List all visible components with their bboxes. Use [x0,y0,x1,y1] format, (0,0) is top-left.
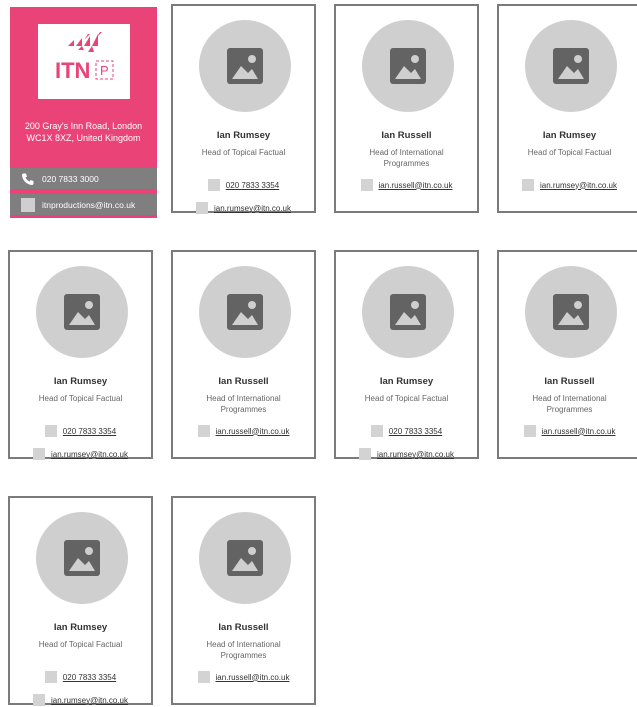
email-link[interactable]: ian.rumsey@itn.co.uk [377,450,454,459]
person-card: Ian Russell Head of International Progra… [497,250,637,459]
email-row[interactable]: ian.rumsey@itn.co.uk [336,448,477,460]
person-role: Head of Topical Factual [38,640,123,649]
avatar [199,20,291,112]
avatar [362,266,454,358]
avatar [36,512,128,604]
email-link[interactable]: ian.rumsey@itn.co.uk [214,204,291,213]
person-name: Ian Russell [218,376,269,387]
person-name: Ian Russell [381,130,432,141]
avatar [199,266,291,358]
email-icon [360,179,373,191]
avatar [525,20,617,112]
person-card: Ian Rumsey Head of Topical Factual 020 7… [8,250,153,460]
email-icon [197,671,210,683]
email-row[interactable]: ian.rumsey@itn.co.uk [173,202,314,214]
email-icon [21,197,35,212]
person-card: Ian Rumsey Head of Topical Factual 020 7… [334,250,479,460]
phone-row[interactable]: 020 7833 3354 [336,425,477,437]
person-role: Head of Topical Factual [38,394,123,403]
phone-row[interactable]: 020 7833 3354 [10,425,151,437]
image-placeholder-icon [553,294,589,330]
image-placeholder-icon [390,48,426,84]
person-role: Head of International Programmes [369,148,444,168]
image-placeholder-icon [227,294,263,330]
person-card: Ian Rumsey Head of Topical Factual 020 7… [8,496,153,706]
company-phone-row[interactable]: 020 7833 3000 [10,168,157,189]
email-link[interactable]: ian.rumsey@itn.co.uk [540,181,617,190]
company-address: 200 Gray's Inn Road, London WC1X 8XZ, Un… [10,120,157,144]
image-placeholder-icon [390,294,426,330]
image-placeholder-icon [553,48,589,84]
avatar [525,266,617,358]
person-role: Head of Topical Factual [527,148,612,157]
person-name: Ian Rumsey [53,376,108,387]
email-icon [195,202,208,214]
phone-row[interactable]: 020 7833 3354 [10,671,151,683]
email-row[interactable]: ian.russell@itn.co.uk [499,425,637,437]
email-row[interactable]: ian.russell@itn.co.uk [173,671,314,683]
avatar [199,512,291,604]
email-icon [32,448,45,460]
person-name: Ian Rumsey [53,622,108,633]
phone-link[interactable]: 020 7833 3354 [389,427,442,436]
company-logo: ITN P [38,24,130,99]
phone-icon [44,425,57,437]
email-icon [32,694,45,706]
logo-text: ITN [55,58,90,83]
email-link[interactable]: ian.russell@itn.co.uk [542,427,616,436]
person-card: Ian Rumsey Head of Topical Factual 020 7… [171,4,316,214]
address-line-1: 200 Gray's Inn Road, London [24,121,143,131]
email-row[interactable]: ian.rumsey@itn.co.uk [10,448,151,460]
email-row[interactable]: ian.rumsey@itn.co.uk [10,694,151,706]
person-role: Head of Topical Factual [364,394,449,403]
email-icon [358,448,371,460]
email-icon [197,425,210,437]
person-role: Head of International Programmes [206,640,281,660]
person-name: Ian Russell [218,622,269,633]
phone-row[interactable]: 020 7833 3354 [173,179,314,191]
email-link[interactable]: ian.russell@itn.co.uk [379,181,453,190]
image-placeholder-icon [227,48,263,84]
image-placeholder-icon [227,540,263,576]
email-row[interactable]: ian.rumsey@itn.co.uk [499,179,637,191]
email-link[interactable]: ian.rumsey@itn.co.uk [51,696,128,705]
email-link[interactable]: ian.russell@itn.co.uk [216,427,290,436]
email-link[interactable]: ian.russell@itn.co.uk [216,673,290,682]
person-role: Head of International Programmes [206,394,281,414]
person-name: Ian Rumsey [216,130,271,141]
itn-logo-icon: ITN P [55,32,114,83]
email-icon [521,179,534,191]
person-name: Ian Rumsey [542,130,597,141]
person-role: Head of International Programmes [532,394,607,414]
image-placeholder-icon [64,540,100,576]
email-icon [523,425,536,437]
phone-link[interactable]: 020 7833 3354 [63,427,116,436]
avatar [362,20,454,112]
company-email[interactable]: itnproductions@itn.co.uk [42,200,135,210]
phone-icon [370,425,383,437]
avatar [36,266,128,358]
phone-icon [44,671,57,683]
image-placeholder-icon [64,294,100,330]
email-row[interactable]: ian.russell@itn.co.uk [173,425,314,437]
phone-link[interactable]: 020 7833 3354 [226,181,279,190]
person-card: Ian Rumsey Head of Topical Factual ian.r… [497,4,637,213]
company-email-row[interactable]: itnproductions@itn.co.uk [10,194,157,215]
email-link[interactable]: ian.rumsey@itn.co.uk [51,450,128,459]
address-line-2: WC1X 8XZ, United Kingdom [26,133,141,143]
phone-icon [22,173,34,185]
person-name: Ian Russell [544,376,595,387]
phone-icon [207,179,220,191]
person-role: Head of Topical Factual [201,148,286,157]
person-card: Ian Russell Head of International Progra… [171,496,316,705]
phone-link[interactable]: 020 7833 3354 [63,673,116,682]
email-row[interactable]: ian.russell@itn.co.uk [336,179,477,191]
person-card: Ian Russell Head of International Progra… [334,4,479,213]
person-card: Ian Russell Head of International Progra… [171,250,316,459]
logo-badge: P [100,63,109,78]
person-name: Ian Rumsey [379,376,434,387]
company-phone[interactable]: 020 7833 3000 [42,174,99,184]
